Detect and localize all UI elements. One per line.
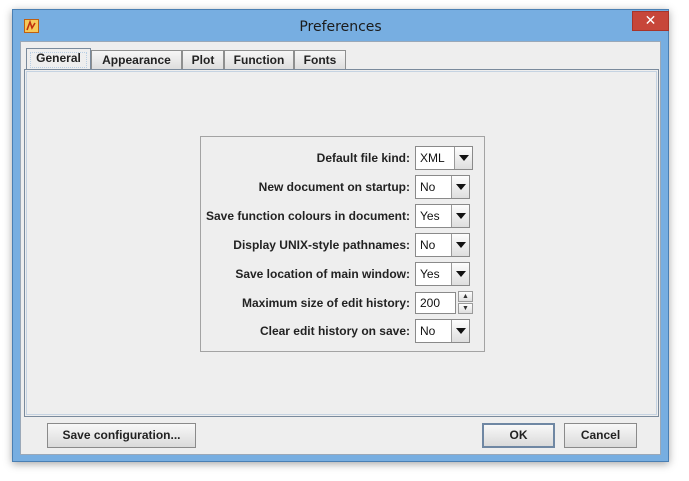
default-file-kind-select[interactable]: XML xyxy=(415,146,473,170)
max-edit-history-input[interactable]: 200 xyxy=(415,292,456,314)
save-location-main-window-value: Yes xyxy=(420,267,440,281)
setting-row-new-document: New document on startup: No xyxy=(201,175,484,199)
clear-edit-history-label: Clear edit history on save: xyxy=(259,324,410,338)
setting-row-save-location: Save location of main window: Yes xyxy=(201,262,484,286)
new-document-on-startup-value: No xyxy=(420,180,436,194)
chevron-down-icon[interactable] xyxy=(451,234,469,256)
save-configuration-button[interactable]: Save configuration... xyxy=(47,423,196,448)
setting-row-max-edit-history: Maximum size of edit history: 200 ▲ ▼ xyxy=(201,291,484,315)
save-function-colours-select[interactable]: Yes xyxy=(415,204,470,228)
spin-down-icon[interactable]: ▼ xyxy=(458,303,473,314)
tab-plot[interactable]: Plot xyxy=(182,50,224,70)
max-edit-history-value: 200 xyxy=(420,296,441,310)
general-settings-group: Default file kind: XML New document on s… xyxy=(200,136,485,352)
save-function-colours-value: Yes xyxy=(420,209,440,223)
tab-label: Fonts xyxy=(303,53,337,67)
setting-row-unix-pathnames: Display UNIX-style pathnames: No xyxy=(201,233,484,257)
clear-edit-history-select[interactable]: No xyxy=(415,319,470,343)
dialog-content: General Appearance Plot Function Fonts D… xyxy=(20,41,661,455)
tab-label: Plot xyxy=(191,53,215,67)
tab-general[interactable]: General xyxy=(26,48,91,71)
cancel-button[interactable]: Cancel xyxy=(564,423,637,448)
chevron-down-icon[interactable] xyxy=(451,176,469,198)
clear-edit-history-value: No xyxy=(420,324,436,338)
tab-fonts[interactable]: Fonts xyxy=(294,50,346,70)
new-document-on-startup-label: New document on startup: xyxy=(258,180,410,194)
new-document-on-startup-select[interactable]: No xyxy=(415,175,470,199)
display-unix-pathnames-value: No xyxy=(420,238,436,252)
save-location-main-window-label: Save location of main window: xyxy=(235,267,410,281)
setting-row-save-function-colours: Save function colours in document: Yes xyxy=(201,204,484,228)
tab-focus-ring xyxy=(30,52,87,68)
general-tab-panel: Default file kind: XML New document on s… xyxy=(24,69,659,417)
chevron-down-icon[interactable] xyxy=(451,205,469,227)
display-unix-pathnames-select[interactable]: No xyxy=(415,233,470,257)
close-icon: ✕ xyxy=(644,13,657,29)
tab-function[interactable]: Function xyxy=(224,50,294,70)
window-title: Preferences xyxy=(299,19,382,35)
default-file-kind-value: XML xyxy=(420,151,445,165)
setting-row-default-file-kind: Default file kind: XML xyxy=(201,146,484,170)
title-bar[interactable]: Preferences ✕ xyxy=(13,10,669,41)
save-location-main-window-select[interactable]: Yes xyxy=(415,262,470,286)
setting-row-clear-edit-history: Clear edit history on save: No xyxy=(201,319,484,343)
preferences-window: Preferences ✕ General Appearance Plot Fu… xyxy=(12,9,669,462)
default-file-kind-label: Default file kind: xyxy=(316,151,410,165)
close-button[interactable]: ✕ xyxy=(632,11,669,31)
tab-label: Function xyxy=(233,53,285,67)
spin-up-icon[interactable]: ▲ xyxy=(458,291,473,302)
ok-button[interactable]: OK xyxy=(482,423,555,448)
chevron-down-icon[interactable] xyxy=(451,320,469,342)
display-unix-pathnames-label: Display UNIX-style pathnames: xyxy=(233,238,410,252)
tab-appearance[interactable]: Appearance xyxy=(91,50,182,70)
save-function-colours-label: Save function colours in document: xyxy=(205,209,410,223)
chevron-down-icon[interactable] xyxy=(454,147,472,169)
tab-label: Appearance xyxy=(102,53,171,67)
max-edit-history-label: Maximum size of edit history: xyxy=(241,296,410,310)
chevron-down-icon[interactable] xyxy=(451,263,469,285)
